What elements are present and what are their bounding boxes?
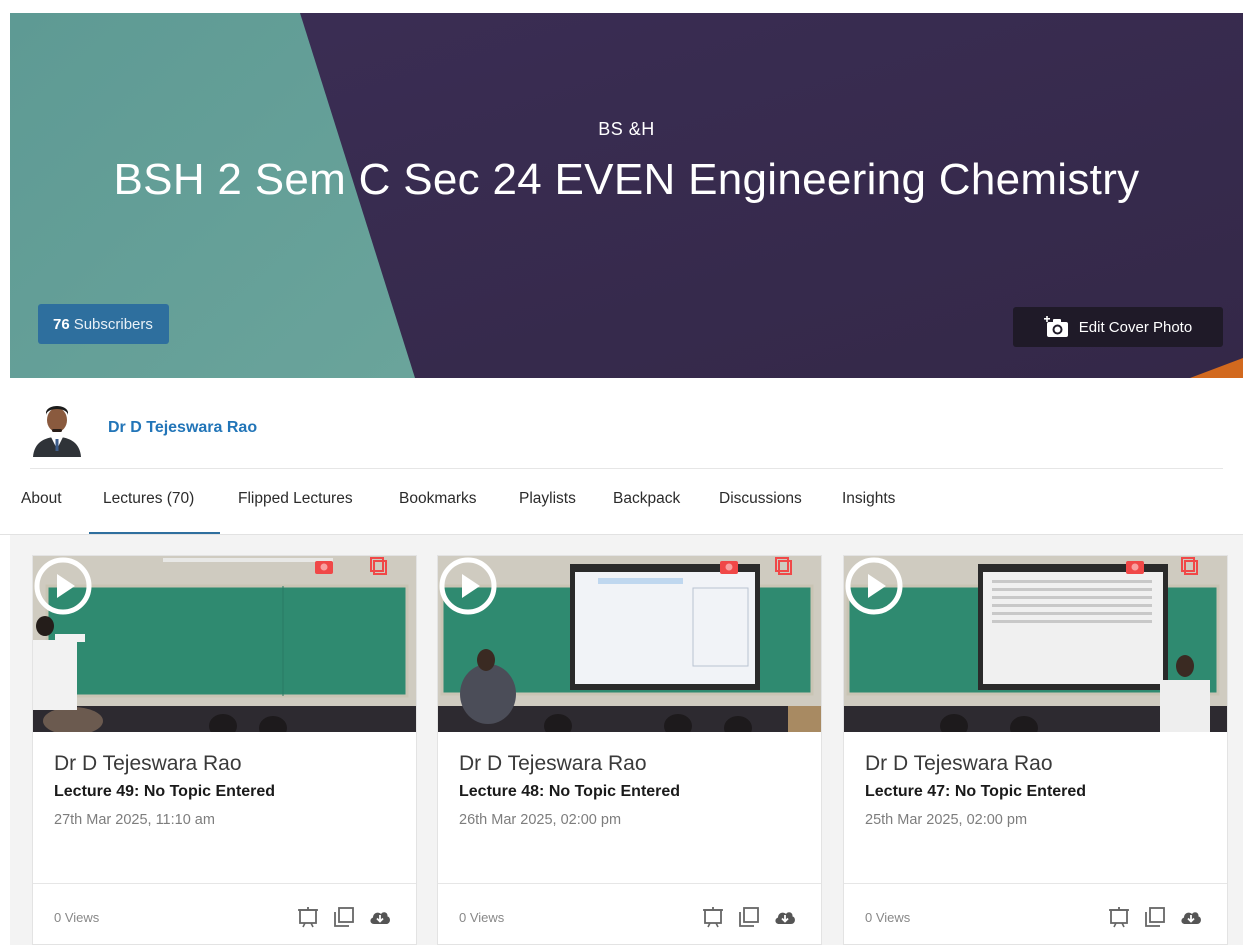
presentation-icon[interactable]	[701, 905, 725, 929]
cover-banner: BS &H BSH 2 Sem C Sec 24 EVEN Engineerin…	[10, 13, 1243, 378]
copy-icon	[1181, 557, 1198, 575]
lecture-thumbnail[interactable]	[33, 556, 416, 732]
presentation-icon[interactable]	[1107, 905, 1131, 929]
tab-bar: About Lectures (70) Flipped Lectures Boo…	[0, 470, 1243, 534]
lecture-date: 25th Mar 2025, 02:00 pm	[865, 812, 1028, 828]
snapshot-icon	[315, 561, 333, 574]
card-footer: 0 Views	[33, 883, 416, 944]
lecture-thumbnail[interactable]	[438, 556, 821, 732]
copy-icon	[775, 557, 792, 575]
tab-bookmarks[interactable]: Bookmarks	[399, 490, 477, 508]
owner-name-link[interactable]: Dr D Tejeswara Rao	[108, 419, 257, 437]
subscribers-count: 76	[53, 315, 70, 333]
duplicate-icon[interactable]	[1143, 905, 1167, 929]
play-icon[interactable]	[844, 556, 904, 616]
subscribers-label: Subscribers	[73, 315, 153, 333]
card-footer: 0 Views	[438, 883, 821, 944]
lecture-card[interactable]: Dr D Tejeswara Rao Lecture 49: No Topic …	[32, 555, 417, 945]
card-body: Dr D Tejeswara Rao Lecture 49: No Topic …	[33, 732, 416, 884]
cloud-download-icon[interactable]	[773, 905, 797, 929]
lecture-title[interactable]: Lecture 49: No Topic Entered	[54, 783, 275, 801]
lecture-author: Dr D Tejeswara Rao	[459, 752, 647, 775]
edit-cover-photo-button[interactable]: Edit Cover Photo	[1013, 307, 1223, 347]
lecture-thumbnail[interactable]	[844, 556, 1227, 732]
lecture-title[interactable]: Lecture 48: No Topic Entered	[459, 783, 680, 801]
views-count: 0 Views	[459, 910, 505, 925]
duplicate-icon[interactable]	[737, 905, 761, 929]
card-body: Dr D Tejeswara Rao Lecture 47: No Topic …	[844, 732, 1227, 884]
tab-lectures[interactable]: Lectures (70)	[103, 490, 194, 508]
cloud-download-icon[interactable]	[368, 905, 392, 929]
course-title: BSH 2 Sem C Sec 24 EVEN Engineering Chem…	[113, 155, 1140, 204]
lecture-card[interactable]: Dr D Tejeswara Rao Lecture 48: No Topic …	[437, 555, 822, 945]
tab-flipped-lectures[interactable]: Flipped Lectures	[238, 490, 353, 508]
card-footer: 0 Views	[844, 883, 1227, 944]
lecture-date: 26th Mar 2025, 02:00 pm	[459, 812, 622, 828]
presentation-icon[interactable]	[296, 905, 320, 929]
play-icon[interactable]	[33, 556, 93, 616]
lecture-date: 27th Mar 2025, 11:10 am	[54, 812, 215, 828]
cloud-download-icon[interactable]	[1179, 905, 1203, 929]
lecture-card[interactable]: Dr D Tejeswara Rao Lecture 47: No Topic …	[843, 555, 1228, 945]
tab-backpack[interactable]: Backpack	[613, 490, 680, 508]
card-body: Dr D Tejeswara Rao Lecture 48: No Topic …	[438, 732, 821, 884]
tab-discussions[interactable]: Discussions	[719, 490, 802, 508]
snapshot-icon	[720, 561, 738, 574]
play-icon[interactable]	[438, 556, 498, 616]
subscribers-badge[interactable]: 76 Subscribers	[38, 304, 169, 344]
tab-insights[interactable]: Insights	[842, 490, 895, 508]
owner-row: Dr D Tejeswara Rao	[30, 398, 257, 458]
tab-about[interactable]: About	[21, 490, 62, 508]
views-count: 0 Views	[54, 910, 100, 925]
avatar[interactable]	[30, 399, 84, 457]
lecture-author: Dr D Tejeswara Rao	[54, 752, 242, 775]
lecture-title[interactable]: Lecture 47: No Topic Entered	[865, 783, 1086, 801]
camera-plus-icon	[1043, 316, 1068, 337]
duplicate-icon[interactable]	[332, 905, 356, 929]
edit-cover-label: Edit Cover Photo	[1078, 318, 1193, 336]
department-label: BS &H	[598, 119, 655, 139]
views-count: 0 Views	[865, 910, 911, 925]
owner-divider	[30, 468, 1223, 469]
lecture-author: Dr D Tejeswara Rao	[865, 752, 1053, 775]
copy-icon	[370, 557, 387, 575]
snapshot-icon	[1126, 561, 1144, 574]
tab-playlists[interactable]: Playlists	[519, 490, 576, 508]
